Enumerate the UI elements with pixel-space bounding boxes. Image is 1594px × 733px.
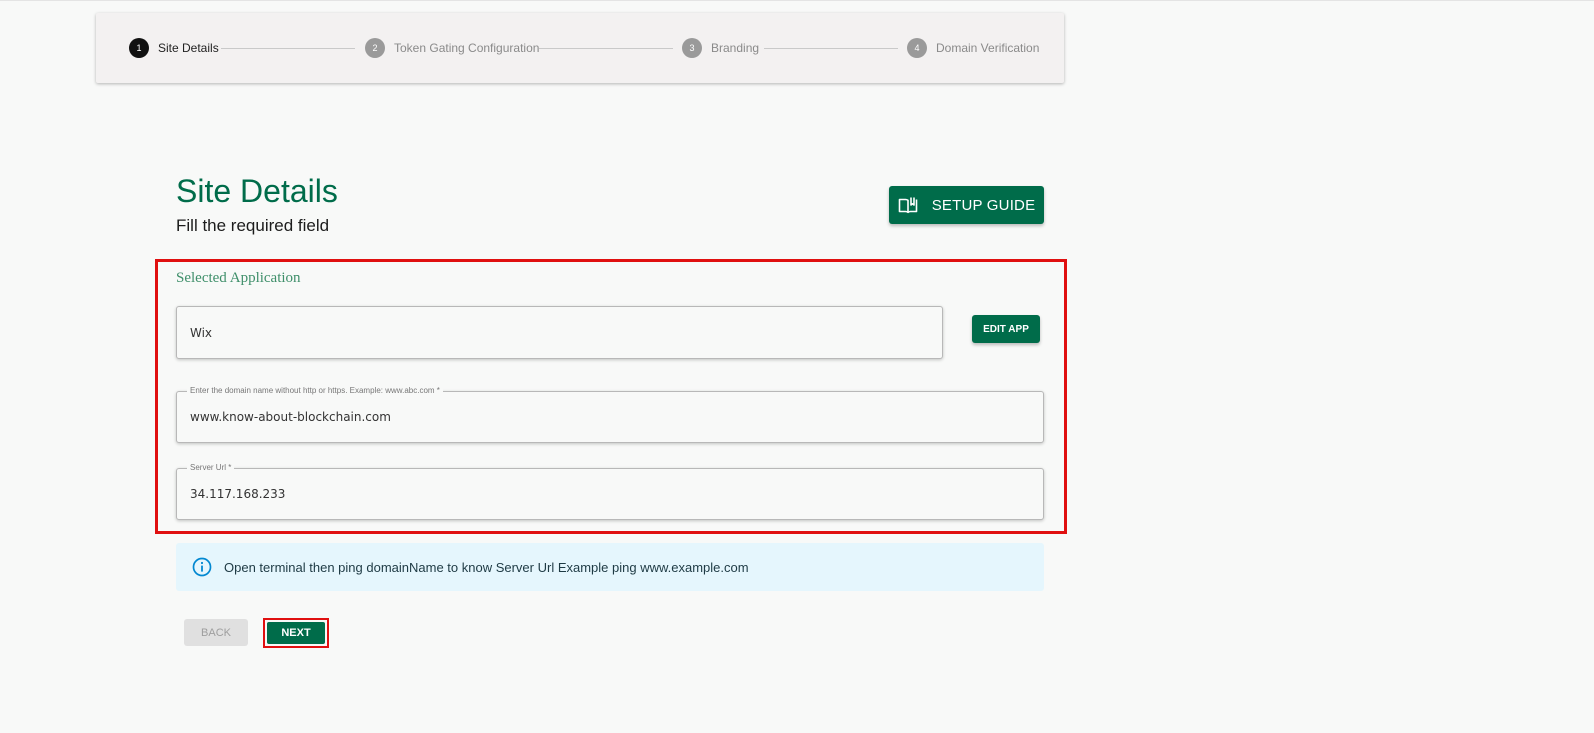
next-button[interactable]: NEXT xyxy=(267,622,325,644)
step-branding[interactable]: 3 Branding xyxy=(682,38,759,58)
domain-field[interactable]: Enter the domain name without http or ht… xyxy=(176,386,1044,443)
info-message: Open terminal then ping domainName to kn… xyxy=(224,559,749,575)
step-connector xyxy=(539,48,673,49)
selected-application-label: Selected Application xyxy=(176,270,301,286)
step-site-details[interactable]: 1 Site Details xyxy=(129,38,219,58)
setup-guide-label: SETUP GUIDE xyxy=(931,196,1036,214)
step-label: Branding xyxy=(711,41,760,55)
step-domain-verification[interactable]: 4 Domain Verification xyxy=(907,38,1039,58)
step-number: 3 xyxy=(682,38,702,58)
step-connector xyxy=(221,48,355,49)
step-label: Domain Verification xyxy=(936,41,1040,55)
step-number: 2 xyxy=(365,38,385,58)
step-number: 4 xyxy=(907,38,927,58)
setup-guide-button[interactable]: SETUP GUIDE xyxy=(889,186,1044,224)
book-open-icon xyxy=(898,196,918,214)
next-button-highlight: NEXT xyxy=(263,618,329,648)
stepper: 1 Site Details 2 Token Gating Configurat… xyxy=(96,13,1064,83)
server-url-input[interactable] xyxy=(190,469,1030,519)
application-field[interactable] xyxy=(176,306,943,359)
step-connector xyxy=(764,48,898,49)
info-icon xyxy=(192,557,212,577)
step-label: Site Details xyxy=(158,41,219,55)
server-url-field[interactable]: Server Url * xyxy=(176,463,1044,520)
step-number: 1 xyxy=(129,38,149,58)
step-token-gating-configuration[interactable]: 2 Token Gating Configuration xyxy=(365,38,539,58)
info-alert: Open terminal then ping domainName to kn… xyxy=(176,543,1044,591)
back-button[interactable]: BACK xyxy=(184,619,248,646)
page-subtitle: Fill the required field xyxy=(176,216,330,235)
page-title: Site Details xyxy=(176,173,338,209)
top-divider xyxy=(0,0,1594,1)
step-label: Token Gating Configuration xyxy=(394,41,540,55)
domain-input[interactable] xyxy=(190,392,1030,442)
application-input[interactable] xyxy=(190,307,929,358)
edit-app-button[interactable]: EDIT APP xyxy=(972,315,1040,343)
